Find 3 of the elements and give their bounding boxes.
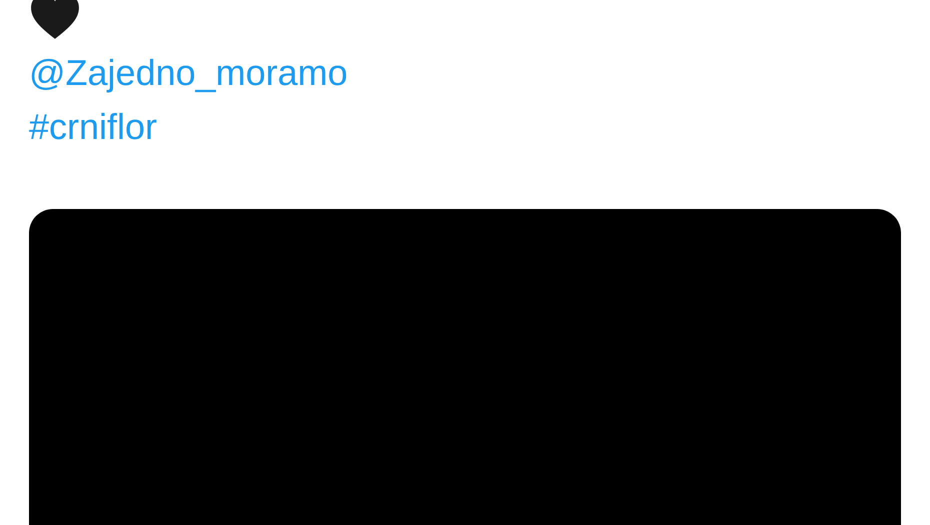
mention-link[interactable]: @Zajedno_moramo [29, 46, 348, 100]
heart-icon [30, 0, 80, 40]
hashtag-link[interactable]: #crniflor [29, 100, 158, 154]
